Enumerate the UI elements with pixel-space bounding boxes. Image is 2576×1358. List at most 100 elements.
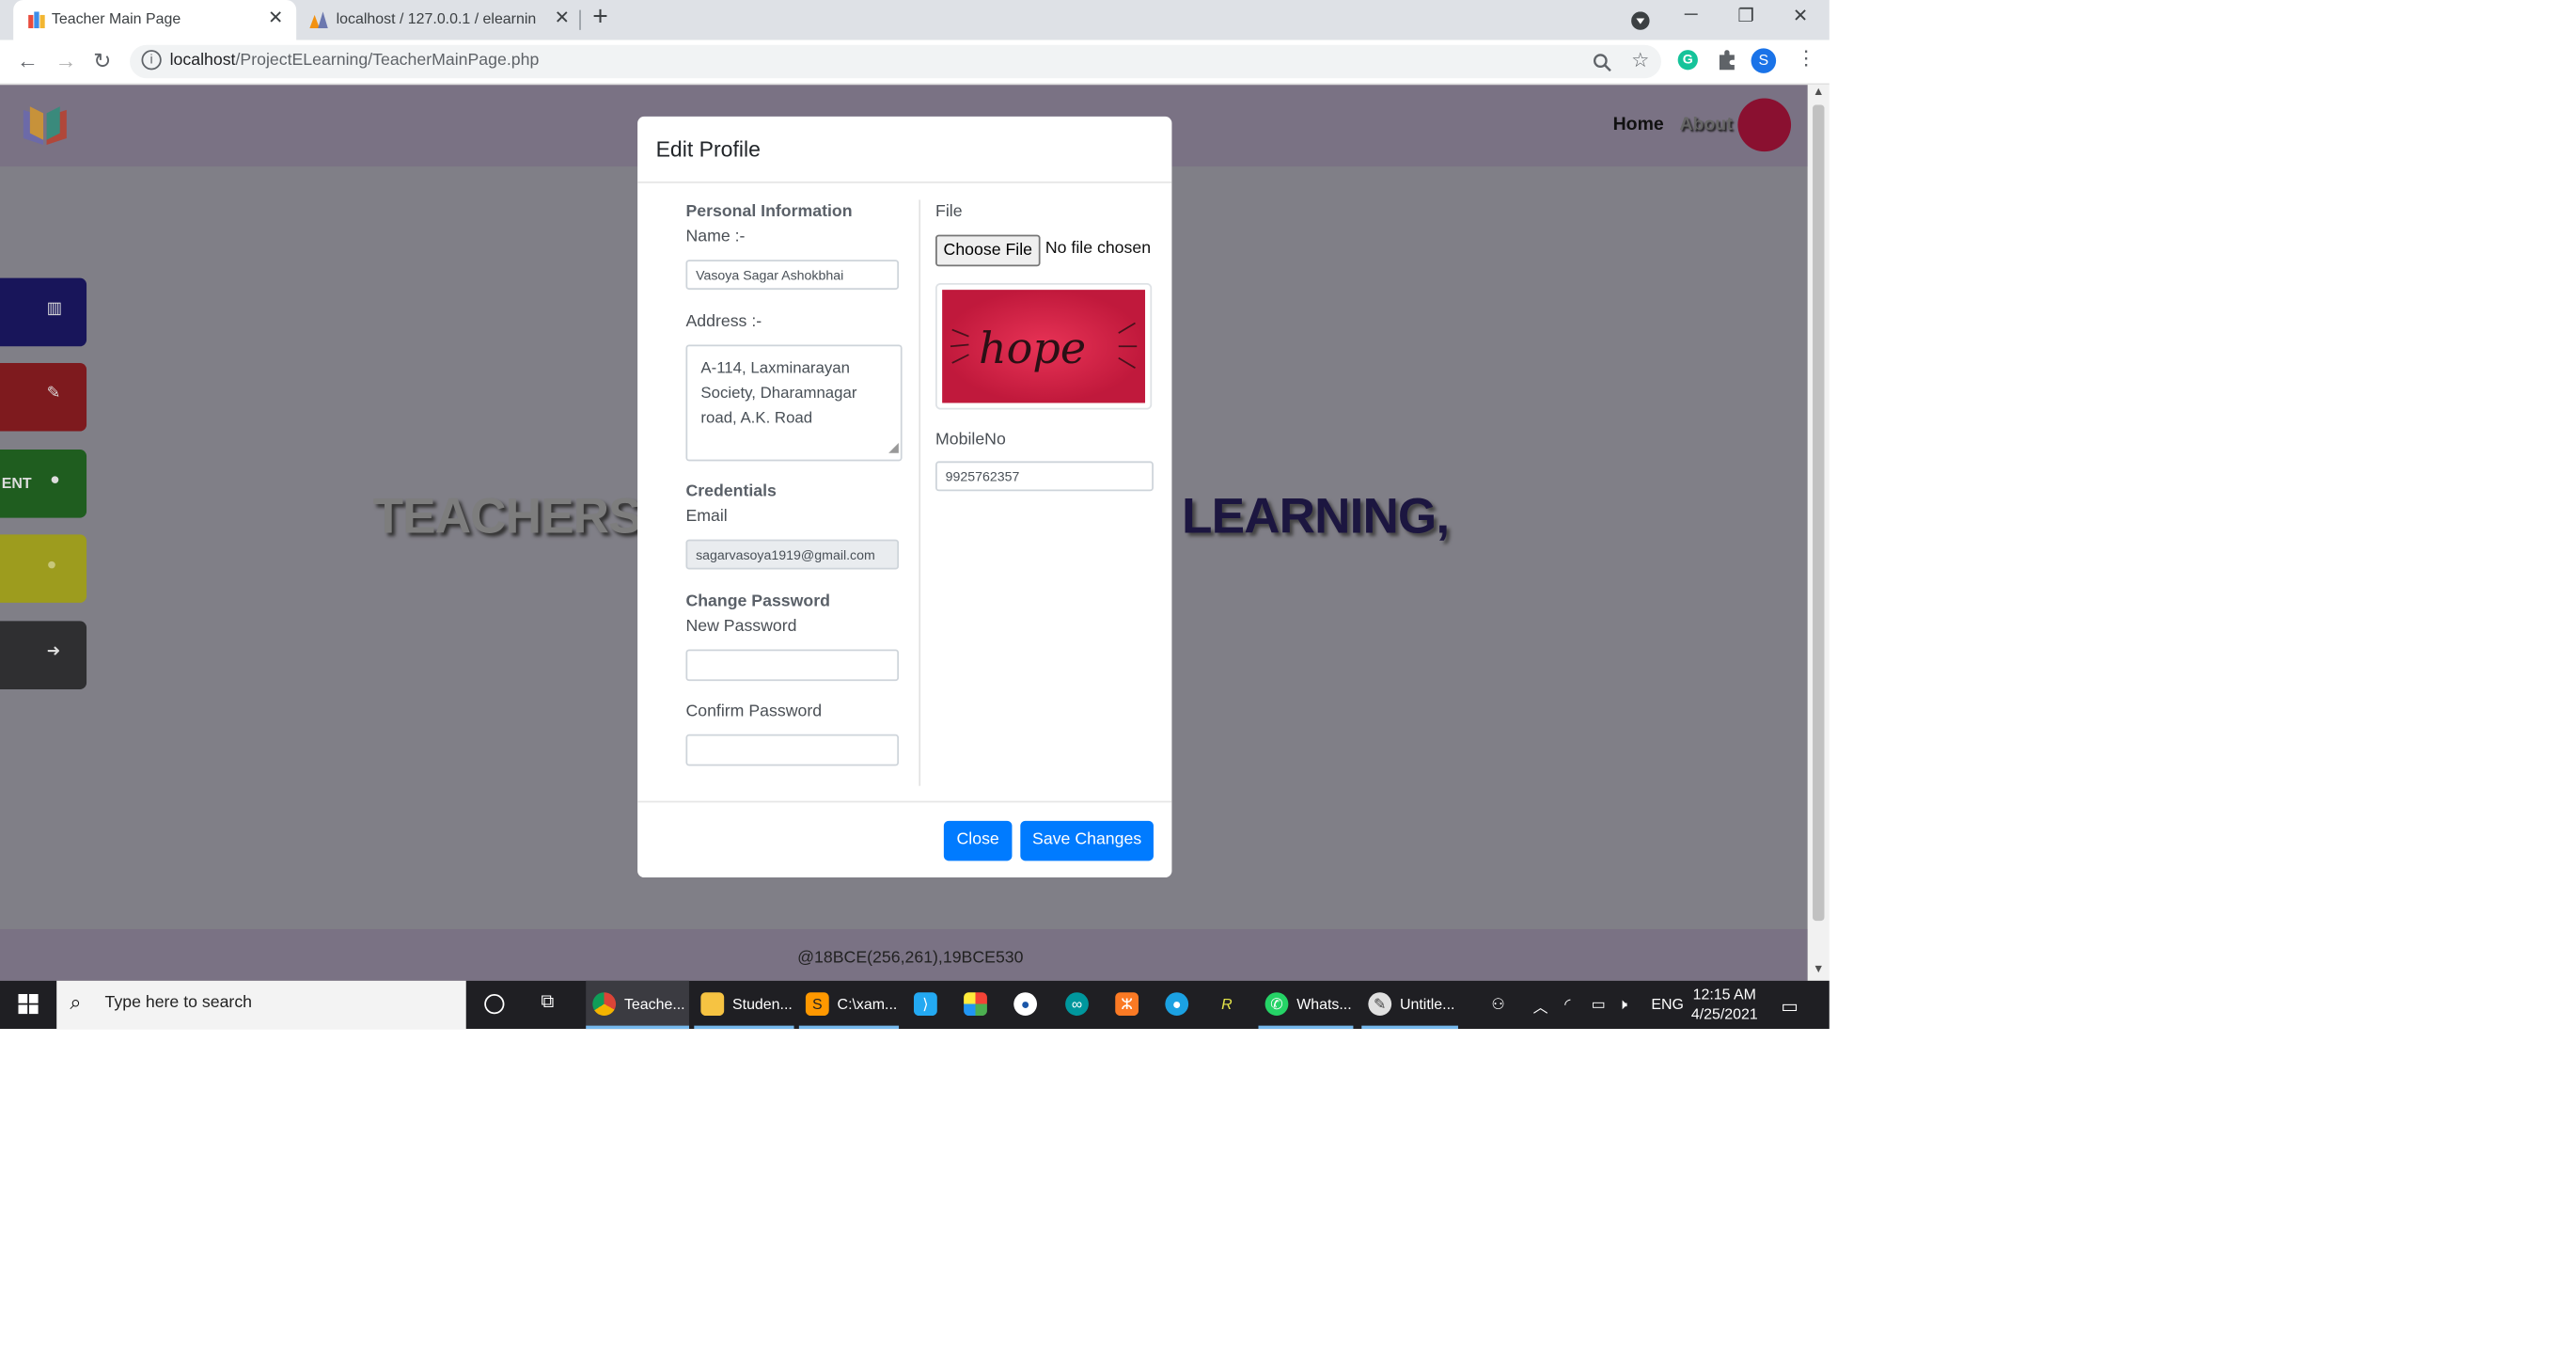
- edit-profile-modal: Edit Profile Personal Information Name :…: [637, 116, 1172, 878]
- address-textarea[interactable]: A-114, Laxminarayan Society, Dharamnagar…: [685, 344, 903, 462]
- email-label: Email: [685, 508, 728, 527]
- clock-date: 4/25/2021: [1690, 1005, 1758, 1023]
- tab-teacher-main-page[interactable]: Teacher Main Page ✕: [13, 0, 297, 40]
- column-divider: [919, 199, 921, 786]
- people-icon[interactable]: ⚇: [1491, 996, 1504, 1014]
- nav-about-link[interactable]: About: [1679, 115, 1732, 134]
- page-scrollbar[interactable]: ▲ ▼: [1807, 85, 1830, 981]
- site-info-icon[interactable]: i: [141, 50, 162, 71]
- sidebar-button-info[interactable]: ●: [0, 534, 87, 603]
- action-center-icon[interactable]: ▭: [1781, 996, 1798, 1018]
- site-logo-icon: [28, 11, 45, 29]
- photo-caption: hope: [979, 323, 1086, 373]
- taskbar-app-label: Untitle...: [1399, 995, 1455, 1013]
- taskbar-app-sublime[interactable]: S C:\xam...: [798, 981, 900, 1030]
- search-placeholder: Type here to search: [104, 993, 253, 1013]
- email-field[interactable]: sagarvasoya1919@gmail.com: [685, 539, 900, 570]
- colors-icon: [964, 992, 987, 1017]
- wifi-icon[interactable]: ◜: [1564, 996, 1570, 1014]
- taskbar-search-box[interactable]: ⌕ Type here to search: [56, 980, 466, 1030]
- running-indicator: [1258, 1025, 1354, 1030]
- user-icon: ●: [50, 471, 60, 490]
- minimize-icon[interactable]: ─: [1685, 5, 1698, 24]
- grammarly-icon[interactable]: G: [1677, 50, 1698, 71]
- address-bar[interactable]: i localhost/ProjectELearning/TeacherMain…: [130, 44, 1661, 79]
- taskbar-app-whatsapp[interactable]: ✆ Whats...: [1258, 981, 1354, 1030]
- restore-icon[interactable]: ❐: [1737, 5, 1753, 26]
- sidebar-button-courses[interactable]: ▥: [0, 277, 87, 347]
- scroll-down-icon[interactable]: ▼: [1813, 964, 1824, 975]
- forward-icon[interactable]: →: [55, 48, 76, 73]
- save-changes-button[interactable]: Save Changes: [1020, 820, 1154, 861]
- close-button[interactable]: Close: [943, 820, 1013, 861]
- tab-close-icon[interactable]: ✕: [555, 7, 570, 28]
- nav-home-link[interactable]: Home: [1613, 115, 1664, 134]
- site-footer: @18BCE(256,261),19BCE530: [0, 928, 1808, 981]
- menu-kebab-icon[interactable]: ⋮: [1796, 47, 1815, 71]
- xampp-icon: ⵣ: [1115, 992, 1139, 1017]
- new-password-label: New Password: [685, 617, 797, 637]
- new-password-input[interactable]: [685, 649, 900, 682]
- task-view-icon[interactable]: ⧉: [541, 992, 554, 1014]
- taskbar-app-paint[interactable]: ✎ Untitle...: [1361, 981, 1458, 1030]
- no-file-chosen-text: No file chosen: [1045, 239, 1152, 259]
- taskbar-app-explorer[interactable]: Studen...: [694, 981, 794, 1030]
- tab-divider: [579, 9, 581, 30]
- taskbar-app-arduino[interactable]: ∞: [1059, 981, 1098, 1029]
- tab-title: Teacher Main Page: [51, 9, 181, 27]
- sidebar-button-logout[interactable]: ➜: [0, 621, 87, 689]
- taskbar-app-generic[interactable]: ●: [1007, 981, 1046, 1029]
- choose-file-button[interactable]: Choose File: [935, 234, 1041, 267]
- sidebar-label: ENT: [1, 474, 32, 492]
- sidebar-button-edit[interactable]: ✎: [0, 362, 87, 432]
- bookmark-star-icon[interactable]: ☆: [1631, 48, 1649, 71]
- url-path: /ProjectELearning/TeacherMainPage.php: [235, 51, 540, 71]
- profile-avatar[interactable]: S: [1751, 48, 1777, 73]
- zoom-icon[interactable]: [1593, 54, 1611, 72]
- user-avatar[interactable]: [1737, 98, 1792, 152]
- taskbar-app-label: Teache...: [623, 995, 685, 1013]
- language-indicator[interactable]: ENG: [1651, 996, 1684, 1013]
- taskbar-app-xampp[interactable]: ⵣ: [1108, 981, 1148, 1029]
- taskbar-app-label: C:\xam...: [837, 995, 898, 1013]
- battery-icon[interactable]: ▭: [1592, 996, 1606, 1014]
- profile-photo-image: hope: [942, 290, 1146, 403]
- rstudio-icon: R: [1221, 995, 1233, 1013]
- name-input[interactable]: Vasoya Sagar Ashokbhai: [685, 260, 900, 291]
- file-label: File: [935, 203, 963, 222]
- scrollbar-thumb[interactable]: [1813, 104, 1825, 922]
- tab-search-icon[interactable]: [1631, 11, 1650, 30]
- phpmyadmin-icon: [309, 11, 328, 29]
- show-hidden-icons-icon[interactable]: ︿: [1533, 996, 1548, 1018]
- tab-phpmyadmin[interactable]: localhost / 127.0.0.1 / elearning / ✕: [300, 0, 579, 39]
- mobile-input[interactable]: 9925762357: [935, 461, 1154, 492]
- sidebar-button-student[interactable]: ENT ●: [0, 450, 87, 518]
- mobile-label: MobileNo: [935, 431, 1006, 450]
- paint-icon: ✎: [1368, 992, 1392, 1017]
- taskbar-app-generic-2[interactable]: ●: [1158, 981, 1198, 1029]
- volume-muted-icon[interactable]: 🕨: [1618, 996, 1627, 1014]
- app-icon: ●: [1165, 992, 1189, 1017]
- close-window-icon[interactable]: ✕: [1793, 5, 1808, 26]
- resize-grip-icon[interactable]: ◢: [888, 434, 899, 460]
- browser-toolbar: ← → ↻ i localhost/ProjectELearning/Teach…: [0, 39, 1830, 86]
- site-logo-icon[interactable]: [20, 103, 70, 147]
- taskbar-app-colors[interactable]: [957, 981, 997, 1029]
- scroll-up-icon[interactable]: ▲: [1813, 87, 1824, 98]
- taskbar-app-vscode[interactable]: ⟩: [907, 981, 947, 1029]
- cortana-icon[interactable]: [484, 993, 505, 1015]
- taskbar-clock[interactable]: 12:15 AM 4/25/2021: [1691, 984, 1758, 1023]
- windows-start-icon[interactable]: [18, 993, 39, 1015]
- taskbar-app-chrome[interactable]: Teache...: [586, 980, 689, 1030]
- url-text[interactable]: localhost/ProjectELearning/TeacherMainPa…: [170, 52, 540, 70]
- confirm-password-input[interactable]: [685, 734, 900, 766]
- reload-icon[interactable]: ↻: [93, 48, 111, 74]
- taskbar-app-rstudio[interactable]: R: [1208, 981, 1248, 1029]
- tab-close-icon[interactable]: ✕: [268, 7, 283, 28]
- modal-footer-divider: [637, 800, 1172, 803]
- new-tab-plus-icon[interactable]: +: [592, 4, 608, 34]
- modal-title: Edit Profile: [655, 136, 761, 162]
- folder-icon: [700, 992, 725, 1017]
- extensions-icon[interactable]: [1716, 50, 1736, 71]
- back-icon[interactable]: ←: [17, 48, 39, 73]
